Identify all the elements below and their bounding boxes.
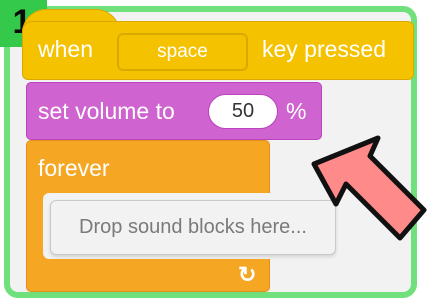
percent-label: %	[286, 98, 307, 124]
drop-sound-blocks-slot[interactable]: Drop sound blocks here...	[50, 200, 336, 255]
forever-label: forever	[38, 155, 110, 181]
when-label: when	[38, 36, 93, 62]
key-pressed-label: key pressed	[262, 36, 387, 62]
set-volume-label: set volume to	[38, 98, 175, 124]
pointer-arrow-icon	[311, 135, 427, 241]
loop-arrow-icon: ↻	[238, 262, 257, 287]
volume-input[interactable]: 50	[208, 94, 278, 129]
key-dropdown[interactable]: space	[117, 33, 248, 71]
pointer-arrow-shape	[311, 135, 427, 241]
